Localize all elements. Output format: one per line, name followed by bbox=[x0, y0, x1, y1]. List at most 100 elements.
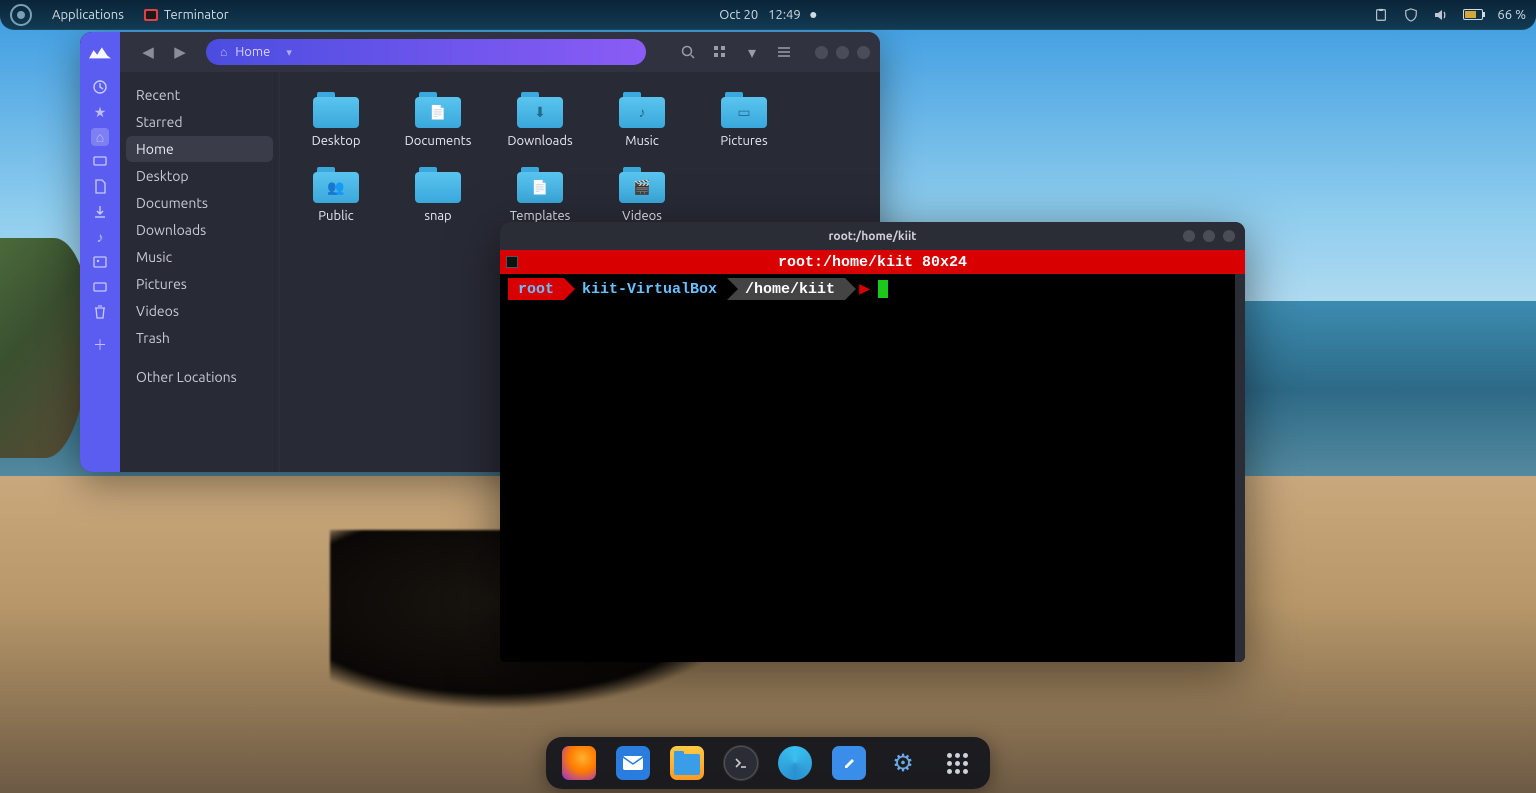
prompt-path: /home/kiit bbox=[727, 278, 845, 300]
minimize-button[interactable] bbox=[815, 46, 828, 59]
chevron-down-icon: ▾ bbox=[286, 46, 292, 59]
terminal-scrollbar[interactable] bbox=[1235, 274, 1245, 662]
folder-item[interactable]: ▭Pictures bbox=[696, 88, 792, 153]
folder-icon: ▭ bbox=[721, 92, 767, 128]
sidebar-item-downloads[interactable]: Downloads bbox=[126, 217, 273, 243]
hamburger-menu-icon[interactable] bbox=[775, 43, 793, 61]
sidebar-item-trash[interactable]: Trash bbox=[126, 325, 273, 351]
folder-icon bbox=[313, 92, 359, 128]
documents-icon[interactable] bbox=[91, 178, 109, 196]
terminal-tab-bar[interactable]: root:/home/kiit 80x24 bbox=[500, 250, 1245, 274]
top-panel: Applications Terminator Oct 20 12:49 66 … bbox=[0, 0, 1536, 30]
dock-item-settings[interactable]: ⚙ bbox=[886, 746, 920, 780]
clock-time[interactable]: 12:49 bbox=[768, 8, 801, 22]
sidebar-item-documents[interactable]: Documents bbox=[126, 190, 273, 216]
file-manager-logo[interactable] bbox=[80, 32, 120, 72]
view-dropdown-icon[interactable]: ▾ bbox=[743, 43, 761, 61]
folder-item[interactable]: snap bbox=[390, 163, 486, 228]
search-icon[interactable] bbox=[679, 43, 697, 61]
file-manager-icon-rail: ★ ⌂ ♪ ＋ bbox=[80, 72, 120, 472]
dock-item-firefox[interactable] bbox=[562, 746, 596, 780]
clipboard-icon[interactable] bbox=[1373, 7, 1389, 23]
close-button[interactable] bbox=[857, 46, 870, 59]
terminal-body[interactable]: root kiit-VirtualBox /home/kiit ▶ bbox=[500, 274, 1245, 662]
folder-label: Downloads bbox=[507, 134, 572, 149]
folder-item[interactable]: 📄 Documents bbox=[390, 88, 486, 153]
folder-label: Public bbox=[318, 209, 353, 224]
dock-item-app-grid[interactable] bbox=[940, 746, 974, 780]
star-icon[interactable]: ★ bbox=[91, 103, 109, 121]
folder-item[interactable]: 👥 Public bbox=[288, 163, 384, 228]
videos-icon[interactable] bbox=[91, 278, 109, 296]
notification-dot-icon bbox=[811, 12, 817, 18]
dock-item-blue-app[interactable] bbox=[778, 746, 812, 780]
terminator-icon bbox=[144, 9, 158, 21]
terminal-tab-icon bbox=[506, 256, 518, 268]
folder-icon: ♪ bbox=[619, 92, 665, 128]
folder-icon: ⬇ bbox=[517, 92, 563, 128]
home-rail-icon[interactable]: ⌂ bbox=[91, 128, 109, 146]
sidebar-item-desktop[interactable]: Desktop bbox=[126, 163, 273, 189]
dock-item-files[interactable] bbox=[670, 746, 704, 780]
dock-item-mail[interactable] bbox=[616, 746, 650, 780]
sidebar-item-music[interactable]: Music bbox=[126, 244, 273, 270]
dock-item-terminal[interactable] bbox=[724, 746, 758, 780]
add-location-icon[interactable]: ＋ bbox=[91, 336, 109, 354]
sidebar-item-pictures[interactable]: Pictures bbox=[126, 271, 273, 297]
folder-label: Documents bbox=[405, 134, 472, 149]
path-label: Home bbox=[235, 45, 270, 59]
terminal-prompt: root kiit-VirtualBox /home/kiit ▶ bbox=[508, 278, 1237, 300]
volume-icon[interactable] bbox=[1433, 7, 1449, 23]
recent-icon[interactable] bbox=[91, 78, 109, 96]
terminal-maximize-button[interactable] bbox=[1203, 230, 1215, 242]
forward-button[interactable]: ▶ bbox=[166, 38, 194, 66]
folder-item[interactable]: 📄Templates bbox=[492, 163, 588, 228]
folder-icon: 📄 bbox=[517, 167, 563, 203]
taskbar-app-terminator[interactable]: Terminator bbox=[144, 8, 229, 22]
sidebar-item-other-locations[interactable]: Other Locations bbox=[126, 364, 273, 390]
back-button[interactable]: ◀ bbox=[134, 38, 162, 66]
folder-icon: 🎬 bbox=[619, 167, 665, 203]
terminal-minimize-button[interactable] bbox=[1183, 230, 1195, 242]
view-grid-icon[interactable] bbox=[711, 43, 729, 61]
shield-icon[interactable] bbox=[1403, 7, 1419, 23]
music-icon[interactable]: ♪ bbox=[91, 228, 109, 246]
path-bar[interactable]: ⌂ Home ▾ bbox=[206, 39, 646, 65]
folder-icon: 👥 bbox=[313, 167, 359, 203]
dock-item-text-editor[interactable] bbox=[832, 746, 866, 780]
maximize-button[interactable] bbox=[836, 46, 849, 59]
sidebar-item-videos[interactable]: Videos bbox=[126, 298, 273, 324]
folder-icon: 📄 bbox=[415, 92, 461, 128]
folder-label: snap bbox=[424, 209, 451, 224]
prompt-host: kiit-VirtualBox bbox=[564, 278, 727, 300]
battery-icon[interactable] bbox=[1463, 9, 1483, 20]
applications-menu[interactable]: Applications bbox=[52, 8, 124, 22]
terminal-titlebar[interactable]: root:/home/kiit bbox=[500, 222, 1245, 250]
clock-date[interactable]: Oct 20 bbox=[719, 8, 758, 22]
terminal-tab-label: root:/home/kiit 80x24 bbox=[778, 254, 967, 271]
sidebar-item-recent[interactable]: Recent bbox=[126, 82, 273, 108]
pictures-icon[interactable] bbox=[91, 253, 109, 271]
desktop-icon[interactable] bbox=[91, 153, 109, 171]
folder-item[interactable]: ⬇ Downloads bbox=[492, 88, 588, 153]
folder-item[interactable]: 🎬Videos bbox=[594, 163, 690, 228]
home-icon: ⌂ bbox=[220, 45, 227, 59]
sidebar-item-starred[interactable]: Starred bbox=[126, 109, 273, 135]
file-manager-places: Recent Starred Home Desktop Documents Do… bbox=[120, 72, 280, 472]
dock: ⚙ bbox=[546, 737, 990, 789]
folder-item[interactable]: Desktop bbox=[288, 88, 384, 153]
taskbar-app-label: Terminator bbox=[164, 8, 229, 22]
activities-icon[interactable] bbox=[10, 4, 32, 26]
terminal-window: root:/home/kiit root:/home/kiit 80x24 ro… bbox=[500, 222, 1245, 662]
folder-icon bbox=[415, 167, 461, 203]
sidebar-item-home[interactable]: Home bbox=[126, 136, 273, 162]
terminal-title: root:/home/kiit bbox=[829, 230, 917, 243]
trash-icon[interactable] bbox=[91, 303, 109, 321]
folder-label: Desktop bbox=[312, 134, 361, 149]
downloads-icon[interactable] bbox=[91, 203, 109, 221]
file-manager-toolbar: ◀ ▶ ⌂ Home ▾ ▾ bbox=[80, 32, 880, 72]
folder-label: Music bbox=[625, 134, 659, 149]
folder-item[interactable]: ♪ Music bbox=[594, 88, 690, 153]
terminal-cursor bbox=[878, 280, 888, 298]
terminal-close-button[interactable] bbox=[1223, 230, 1235, 242]
